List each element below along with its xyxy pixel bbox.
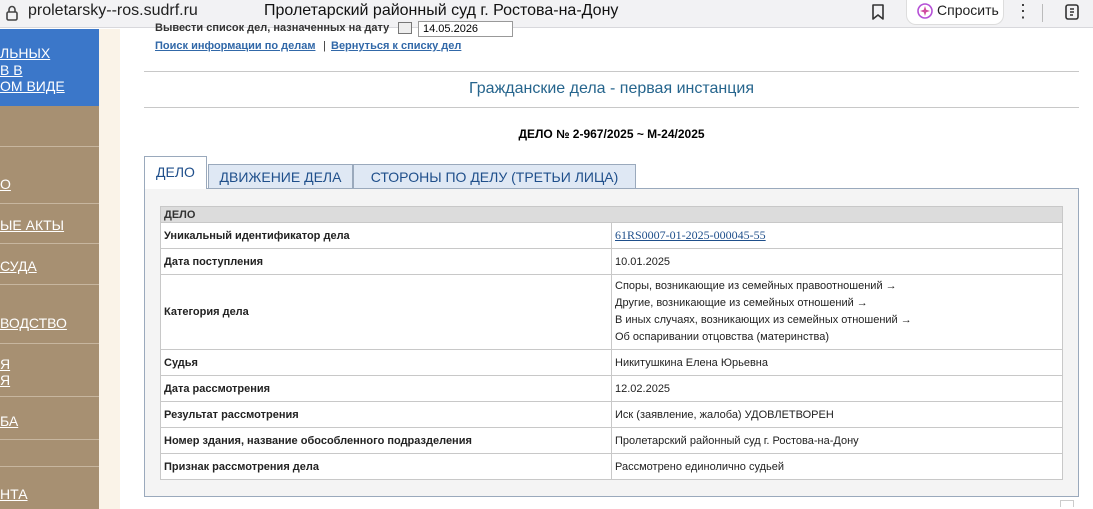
table-row: Признак рассмотрения дела Рассмотрено ед…: [160, 453, 1063, 480]
row-value: Никитушкина Елена Юрьевна: [611, 349, 1063, 376]
row-label: Судья: [160, 349, 612, 376]
row-value: Рассмотрено единолично судьей: [611, 453, 1063, 480]
sidebar-blue-line-2[interactable]: В В: [0, 62, 23, 78]
browser-page-title: Пролетарский районный суд г. Ростова-на-…: [264, 2, 619, 19]
row-value: 12.02.2025: [611, 375, 1063, 402]
divider: [144, 71, 1079, 72]
row-value: Иск (заявление, жалоба) УДОВЛЕТВОРЕН: [611, 401, 1063, 428]
ask-ai-button[interactable]: Спросить: [906, 0, 1004, 25]
category-line: Споры, возникающие из семейных правоотно…: [615, 280, 897, 292]
toolbar-divider: [1042, 4, 1043, 22]
sidebar-divider: [0, 243, 99, 244]
table-header-row: ДЕЛО: [160, 206, 1063, 223]
sidebar-divider: [0, 439, 99, 440]
sidebar-item-2[interactable]: ЫЕ АКТЫ: [0, 217, 64, 233]
sidebar-item-5-line-2[interactable]: Я: [0, 372, 10, 388]
case-uid-link[interactable]: 61RS0007-01-2025-000045-55: [615, 228, 766, 242]
row-label: Дата поступления: [160, 248, 612, 275]
category-line: Об оспаривании отцовства (материнства): [615, 331, 829, 343]
tab-case[interactable]: ДЕЛО: [144, 156, 207, 189]
sidebar-nav: О ЫЕ АКТЫ СУДА ВОДСТВО Я Я БА НТА: [0, 106, 99, 509]
sidebar-divider: [0, 284, 99, 285]
sidebar-divider: [0, 396, 99, 397]
ask-ai-label: Спросить: [937, 2, 999, 18]
row-label: Дата рассмотрения: [160, 375, 612, 402]
case-search-link[interactable]: Поиск информации по делам: [155, 40, 315, 52]
more-menu-icon[interactable]: ⋮: [1014, 1, 1032, 22]
row-value: 10.01.2025: [611, 248, 1063, 275]
sidebar-divider: [0, 203, 99, 204]
ai-sparkle-icon: [917, 3, 933, 19]
sidebar-blue-line-3[interactable]: ОМ ВИДЕ: [0, 78, 65, 94]
sidebar-item-4[interactable]: ВОДСТВО: [0, 315, 67, 331]
case-details-table: ДЕЛО Уникальный идентификатор дела 61RS0…: [160, 206, 1063, 480]
table-row: Дата поступления 10.01.2025: [160, 248, 1063, 275]
category-line: Другие, возникающие из семейных отношени…: [615, 297, 868, 309]
table-row: Судья Никитушкина Елена Юрьевна: [160, 349, 1063, 376]
case-number-heading: ДЕЛО № 2-967/2025 ~ М-24/2025: [518, 127, 705, 141]
tab-case-movement[interactable]: ДВИЖЕНИЕ ДЕЛА: [208, 164, 353, 189]
table-header: ДЕЛО: [160, 206, 1063, 223]
row-label: Уникальный идентификатор дела: [160, 222, 612, 249]
extension-icon[interactable]: [1062, 2, 1082, 22]
link-separator: |: [323, 40, 326, 52]
row-label: Категория дела: [160, 274, 612, 350]
sidebar-divider: [0, 146, 99, 147]
date-filter-label: Вывести список дел, назначенных на дату: [155, 22, 390, 34]
sidebar-highlight-block[interactable]: ЛЬНЫХ В В ОМ ВИДЕ: [0, 29, 99, 106]
row-label: Результат рассмотрения: [160, 401, 612, 428]
table-row: Категория дела Споры, возникающие из сем…: [160, 274, 1063, 350]
sidebar-item-5-line-1[interactable]: Я: [0, 356, 10, 372]
category-line: В иных случаях, возникающих из семейных …: [615, 314, 912, 326]
row-label: Номер здания, название обособленного под…: [160, 427, 612, 454]
back-to-list-link[interactable]: Вернуться к списку дел: [331, 40, 461, 52]
table-row: Уникальный идентификатор дела 61RS0007-0…: [160, 222, 1063, 249]
row-value: Пролетарский районный суд г. Ростова-на-…: [611, 427, 1063, 454]
date-filter-input[interactable]: [418, 21, 513, 37]
sidebar-blue-line-1[interactable]: ЛЬНЫХ: [0, 45, 50, 61]
sidebar-item-6[interactable]: БА: [0, 413, 18, 429]
table-row: Результат рассмотрения Иск (заявление, ж…: [160, 401, 1063, 428]
sidebar-edge-strip: [99, 29, 120, 509]
print-icon[interactable]: [1060, 500, 1074, 507]
lock-icon[interactable]: [4, 4, 20, 22]
divider: [144, 107, 1079, 108]
bookmark-icon[interactable]: [870, 3, 886, 21]
sidebar-divider: [0, 343, 99, 344]
sidebar-item-3[interactable]: СУДА: [0, 258, 37, 274]
sidebar-item-7[interactable]: НТА: [0, 486, 28, 502]
row-value: 61RS0007-01-2025-000045-55: [611, 222, 1063, 249]
calendar-icon[interactable]: [398, 22, 412, 34]
sidebar-item-1[interactable]: О: [0, 176, 11, 192]
tab-case-parties[interactable]: СТОРОНЫ ПО ДЕЛУ (ТРЕТЬИ ЛИЦА): [353, 164, 636, 189]
table-row: Номер здания, название обособленного под…: [160, 427, 1063, 454]
address-bar-url[interactable]: proletarsky--ros.sudrf.ru: [28, 2, 198, 20]
section-title: Гражданские дела - первая инстанция: [469, 80, 754, 97]
row-value: Споры, возникающие из семейных правоотно…: [611, 274, 1063, 350]
sidebar-divider: [0, 466, 99, 467]
table-row: Дата рассмотрения 12.02.2025: [160, 375, 1063, 402]
row-label: Признак рассмотрения дела: [160, 453, 612, 480]
